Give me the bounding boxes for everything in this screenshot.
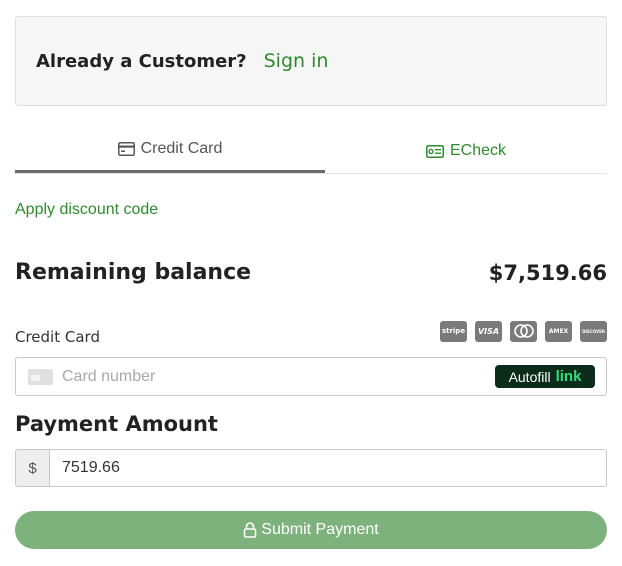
currency-prefix: $ [15,449,49,487]
autofill-label: Autofill [508,368,551,385]
autofill-link-button[interactable]: Autofill link [495,365,595,388]
remaining-balance-label: Remaining balance [15,260,252,285]
sign-in-link[interactable]: Sign in [264,50,329,72]
card-number-placeholder: Card number [62,367,156,385]
lock-icon [243,522,257,538]
card-placeholder-icon [28,368,53,385]
stripe-icon: stripe [440,320,467,342]
tab-credit-card[interactable]: Credit Card [15,128,325,173]
credit-card-icon [117,142,135,156]
discover-icon: DISCOVER [580,320,607,342]
apply-discount-link[interactable]: Apply discount code [15,201,158,219]
visa-icon: VISA [475,320,502,342]
already-customer-text: Already a Customer? [36,50,247,72]
submit-payment-button[interactable]: Submit Payment [15,511,607,549]
customer-login-panel: Already a Customer? Sign in [15,16,607,106]
mastercard-icon [510,320,537,342]
card-brand-icons: stripe VISA AMEX DISCOVER [440,320,607,342]
payment-amount-input[interactable] [49,449,607,487]
check-icon [425,144,444,158]
tab-echeck[interactable]: ECheck [325,128,607,174]
tab-echeck-label: ECheck [449,142,507,159]
submit-payment-label: Submit Payment [261,521,379,538]
tab-credit-card-label: Credit Card [140,140,223,157]
credit-card-label: Credit Card [15,328,100,346]
payment-method-tabs: Credit Card ECheck [15,128,607,174]
remaining-balance-value: $7,519.66 [488,260,607,285]
amex-icon: AMEX [545,320,572,342]
payment-amount-title: Payment Amount [15,412,218,436]
credit-card-header-row: Credit Card stripe VISA AMEX DISCOVER [15,316,607,346]
card-number-input[interactable]: Card number Autofill link [15,357,607,396]
payment-amount-group: $ [15,449,607,487]
remaining-balance-row: Remaining balance $7,519.66 [15,260,607,285]
link-brand-label: link [555,368,582,385]
